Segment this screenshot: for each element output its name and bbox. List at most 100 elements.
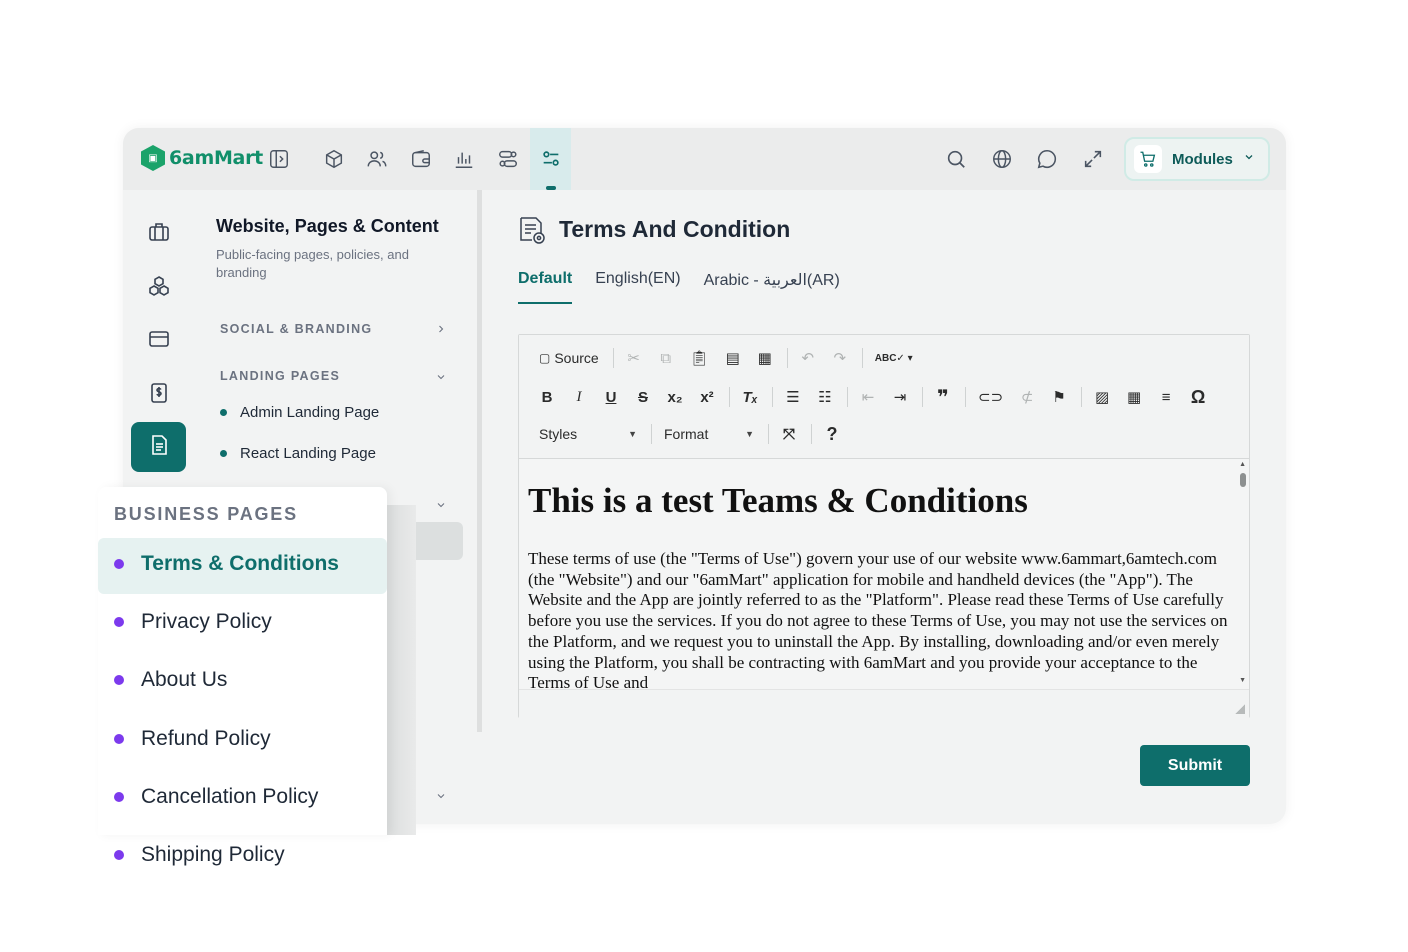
scroll-up-icon[interactable]: ▲	[1239, 461, 1246, 468]
editor-statusbar	[519, 689, 1249, 718]
caret-down-icon: ▼	[745, 429, 754, 439]
box-icon[interactable]	[323, 148, 345, 170]
bold-icon[interactable]: B	[535, 385, 559, 409]
nav-title: Website, Pages & Content	[216, 216, 439, 236]
underline-icon[interactable]: U	[599, 385, 623, 409]
cut-icon[interactable]: ✂	[622, 346, 646, 370]
subscript-icon[interactable]: x₂	[663, 385, 687, 409]
strikethrough-icon[interactable]: S	[631, 385, 655, 409]
settings-icon[interactable]	[497, 148, 519, 170]
filters-icon[interactable]	[540, 148, 562, 170]
paste-word-icon[interactable]: ▦	[753, 346, 777, 370]
italic-icon[interactable]: I	[567, 385, 591, 409]
anchor-flag-icon[interactable]: ⚑	[1047, 385, 1071, 409]
nav-item-label: Admin Landing Page	[240, 404, 380, 421]
nav-item-admin-landing[interactable]: Admin Landing Page	[220, 404, 379, 421]
paste-icon[interactable]: 📋︎	[686, 346, 713, 370]
business-page-refund[interactable]: Refund Policy	[114, 727, 271, 751]
bullet-dot	[220, 450, 227, 457]
image-icon[interactable]: ▨	[1090, 385, 1114, 409]
globe-icon[interactable]	[991, 148, 1013, 170]
header-active-indicator	[546, 186, 556, 190]
toolbar-separator	[729, 387, 730, 407]
tab-arabic[interactable]: Arabic - العربية(AR)	[704, 270, 840, 304]
source-label: Source	[554, 350, 599, 366]
brand-logo[interactable]: ▣ 6amMart	[141, 145, 263, 171]
toolbar-separator	[922, 387, 923, 407]
business-page-label: Terms & Conditions	[141, 552, 339, 575]
chat-icon[interactable]	[1036, 148, 1058, 170]
bullet-dot	[114, 559, 124, 569]
bulleted-list-icon[interactable]: ☷	[813, 385, 837, 409]
table-icon[interactable]: ▦	[1122, 385, 1146, 409]
users-icon[interactable]	[366, 148, 388, 170]
toolbar-separator	[612, 348, 614, 368]
redo-icon[interactable]: ↷	[828, 346, 852, 370]
chart-icon[interactable]	[453, 148, 475, 170]
scroll-thumb[interactable]	[1240, 473, 1246, 487]
styles-dropdown[interactable]: Styles ▼	[535, 421, 641, 447]
maximize-icon[interactable]: ⤧	[777, 422, 801, 446]
bullet-dot	[114, 850, 124, 860]
nav-item-react-landing[interactable]: React Landing Page	[220, 445, 376, 462]
nav-divider	[477, 190, 482, 732]
undo-icon[interactable]: ↶	[796, 346, 820, 370]
indent-icon[interactable]: ⇥	[888, 385, 912, 409]
wallet-icon[interactable]	[410, 148, 432, 170]
chevron-down-icon[interactable]	[435, 370, 447, 388]
business-page-shipping[interactable]: Shipping Policy	[114, 843, 285, 867]
chevron-right-icon[interactable]	[435, 322, 447, 340]
pages-rail-button[interactable]	[131, 422, 186, 472]
business-page-label: About Us	[141, 668, 228, 691]
horizontal-rule-icon[interactable]: ≡	[1154, 385, 1178, 409]
business-page-privacy[interactable]: Privacy Policy	[114, 610, 272, 634]
modules-button[interactable]: Modules	[1124, 137, 1270, 181]
business-page-cancellation[interactable]: Cancellation Policy	[114, 785, 318, 809]
copy-icon[interactable]: ⧉	[654, 346, 678, 370]
unlink-icon[interactable]: ⊄	[1015, 385, 1039, 409]
toolbar-separator	[965, 387, 966, 407]
tab-english[interactable]: English(EN)	[595, 270, 680, 304]
blockquote-icon[interactable]: ❞	[931, 385, 955, 409]
top-bar: ▣ 6amMart Modules	[123, 128, 1286, 190]
chevron-down-icon[interactable]	[435, 789, 447, 807]
invoice-icon[interactable]	[145, 379, 173, 407]
business-page-about[interactable]: About Us	[114, 668, 227, 692]
resize-grip-icon[interactable]	[1235, 704, 1245, 714]
chevron-down-icon[interactable]	[435, 498, 447, 516]
spellcheck-icon[interactable]: ABC✓ ▾	[871, 346, 917, 370]
sidebar-toggle-icon[interactable]	[268, 148, 290, 170]
remove-format-icon[interactable]: Tₓ	[738, 385, 762, 409]
cart-icon	[1134, 145, 1162, 173]
expand-icon[interactable]	[1082, 148, 1104, 170]
card-icon[interactable]	[145, 325, 173, 353]
outdent-icon[interactable]: ⇤	[856, 385, 880, 409]
business-pages-title: BUSINESS PAGES	[114, 504, 298, 524]
editor-scrollbar[interactable]	[1235, 459, 1249, 689]
link-icon[interactable]: ⊂⊃	[974, 385, 1007, 409]
business-page-label: Cancellation Policy	[141, 785, 319, 808]
special-char-icon[interactable]: Ω	[1186, 385, 1210, 409]
business-page-terms[interactable]: Terms & Conditions	[114, 552, 339, 576]
help-icon[interactable]: ?	[820, 422, 844, 446]
bullet-dot	[114, 675, 124, 685]
nav-group-social[interactable]: SOCIAL & BRANDING	[220, 322, 372, 336]
bullet-dot	[114, 792, 124, 802]
business-page-label: Refund Policy	[141, 727, 271, 750]
bullet-dot	[220, 409, 227, 416]
boxes-icon[interactable]	[145, 272, 173, 300]
format-dropdown[interactable]: Format ▼	[660, 421, 758, 447]
superscript-icon[interactable]: x²	[695, 385, 719, 409]
numbered-list-icon[interactable]: ☰	[781, 385, 805, 409]
tab-default[interactable]: Default	[518, 270, 573, 304]
paste-text-icon[interactable]: ▤	[721, 346, 745, 370]
scroll-down-icon[interactable]: ▼	[1239, 677, 1246, 684]
nav-group-landing[interactable]: LANDING PAGES	[220, 369, 340, 383]
editor-content-area[interactable]: This is a test Teams & Conditions These …	[519, 459, 1249, 689]
business-page-label: Privacy Policy	[141, 610, 272, 633]
submit-button[interactable]: Submit	[1140, 745, 1250, 786]
toolbar-separator	[811, 424, 812, 444]
briefcase-icon[interactable]	[145, 218, 173, 246]
source-button[interactable]: ▢ Source	[535, 346, 603, 370]
search-icon[interactable]	[945, 148, 967, 170]
